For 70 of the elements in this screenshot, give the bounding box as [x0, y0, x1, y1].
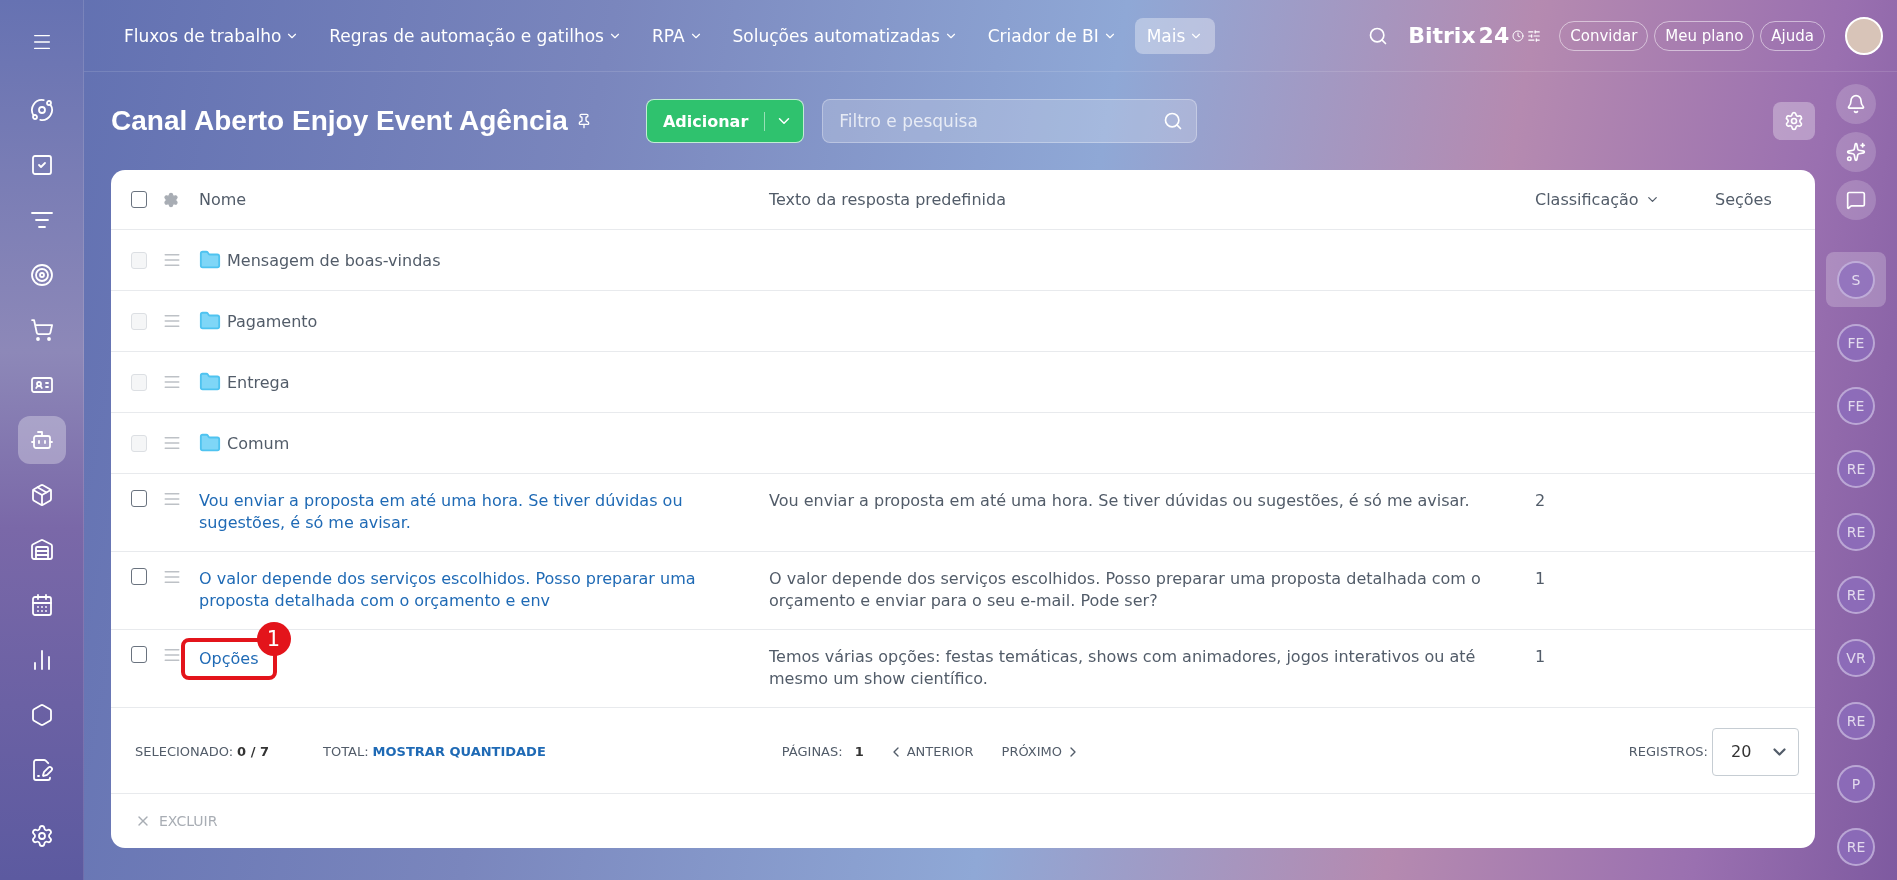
show-count-link[interactable]: MOSTRAR QUANTIDADE [372, 744, 546, 759]
column-header[interactable]: Seções [1715, 190, 1772, 209]
reply-link[interactable]: Opções [199, 649, 259, 668]
callout-badge: 1 [256, 622, 291, 656]
row-checkbox[interactable] [131, 490, 147, 507]
nav-tab[interactable]: Fluxos de trabalho [112, 17, 312, 54]
folder-icon [199, 371, 221, 393]
row-checkbox[interactable] [131, 646, 147, 663]
drag-handle-icon[interactable] [163, 373, 181, 391]
drag-handle-icon[interactable] [163, 312, 181, 330]
robot-icon[interactable] [17, 416, 66, 464]
previous-button[interactable]: ANTERIOR [887, 743, 974, 760]
search-icon[interactable] [1163, 111, 1184, 131]
nav-tab[interactable]: Regras de automação e gatilhos [317, 17, 634, 54]
sparkle-icon[interactable] [1836, 132, 1876, 172]
drag-handle-icon[interactable] [163, 251, 181, 269]
drag-handle-icon[interactable] [163, 434, 181, 452]
pages-label: PÁGINAS: [781, 744, 843, 759]
bell-icon[interactable] [1836, 84, 1876, 124]
settings-button[interactable] [1773, 102, 1815, 140]
chat-avatar[interactable]: RE [1837, 449, 1875, 488]
nav-tab[interactable]: Criador de BI [975, 17, 1129, 54]
chat-avatar[interactable]: RE [1837, 512, 1875, 551]
selected-label: SELECIONADO: [135, 744, 234, 759]
reply-link[interactable]: Vou enviar a proposta em até uma hora. Se tiver dúvidas ou sugestões, é só me avisar. [199, 490, 753, 534]
drag-handle-icon[interactable] [163, 490, 181, 508]
chevron-down-icon [1773, 747, 1786, 756]
folder-icon [199, 249, 221, 271]
chat-avatar[interactable]: RE [1837, 575, 1875, 614]
chat-avatar[interactable]: FE [1837, 323, 1875, 362]
chat-avatar[interactable]: P [1837, 764, 1875, 803]
drag-handle-icon[interactable] [163, 568, 181, 586]
chat-avatar[interactable]: S [1837, 260, 1875, 299]
drag-handle-icon[interactable] [163, 646, 181, 664]
records-label: REGISTROS: [1628, 744, 1708, 759]
user-avatar[interactable] [1845, 16, 1883, 55]
reply-text: Temos várias opções: festas temáticas, shows com animadores, jogos interativos ou até mesmo um show científico. [769, 646, 1477, 690]
reply-text: O valor depende dos serviços escolhidos. Posso preparar uma proposta detalhada com o orçamento e enviar para o seu e-mail. Pode ser? [769, 568, 1482, 612]
nav-tab[interactable]: Soluções automatizadas [720, 17, 970, 54]
select-all-checkbox[interactable] [131, 191, 147, 208]
records-select[interactable]: 20 [1712, 727, 1799, 776]
chat-avatar[interactable]: RE [1837, 827, 1875, 866]
folder-icon [199, 310, 221, 332]
rank-value: 2 [1535, 490, 1546, 512]
reply-text: Vou enviar a proposta em até uma hora. Se tiver dúvidas ou sugestões, é só me avisar. [769, 490, 1470, 512]
avatar-slot[interactable]: S [1826, 252, 1886, 307]
page-number[interactable]: 1 [854, 744, 864, 759]
clock-icon [1512, 29, 1525, 42]
chat-avatar[interactable]: RE [1837, 701, 1875, 740]
column-header[interactable]: Nome [199, 190, 247, 209]
page-title: Canal Aberto Enjoy Event Agência [111, 105, 568, 137]
total-label: TOTAL: [322, 744, 369, 759]
row-checkbox[interactable] [131, 568, 147, 585]
reply-link[interactable]: O valor depende dos serviços escolhidos. Posso preparar uma proposta detalhada com o orçamento e env [199, 568, 753, 612]
rank-value: 1 [1535, 646, 1546, 668]
folder-icon [199, 432, 221, 454]
chat-avatar[interactable]: FE [1837, 386, 1875, 425]
search-icon[interactable] [1368, 25, 1389, 46]
nav-tab[interactable]: RPA [639, 17, 715, 54]
sliders-icon[interactable] [1527, 28, 1542, 43]
chat-icon[interactable] [1836, 180, 1876, 220]
column-header[interactable]: Texto da resposta predefinida [769, 190, 1006, 209]
logo[interactable]: Bitrix 24 [1408, 23, 1542, 48]
add-button[interactable]: Adicionar [645, 99, 805, 143]
column-header[interactable]: Classificação [1535, 190, 1639, 209]
selected-count: 0 / 7 [237, 744, 269, 759]
next-button[interactable]: PRÓXIMO [1001, 743, 1082, 760]
rank-value: 1 [1535, 568, 1546, 590]
settings-icon [1784, 111, 1804, 131]
chat-avatar[interactable]: VR [1837, 638, 1875, 677]
